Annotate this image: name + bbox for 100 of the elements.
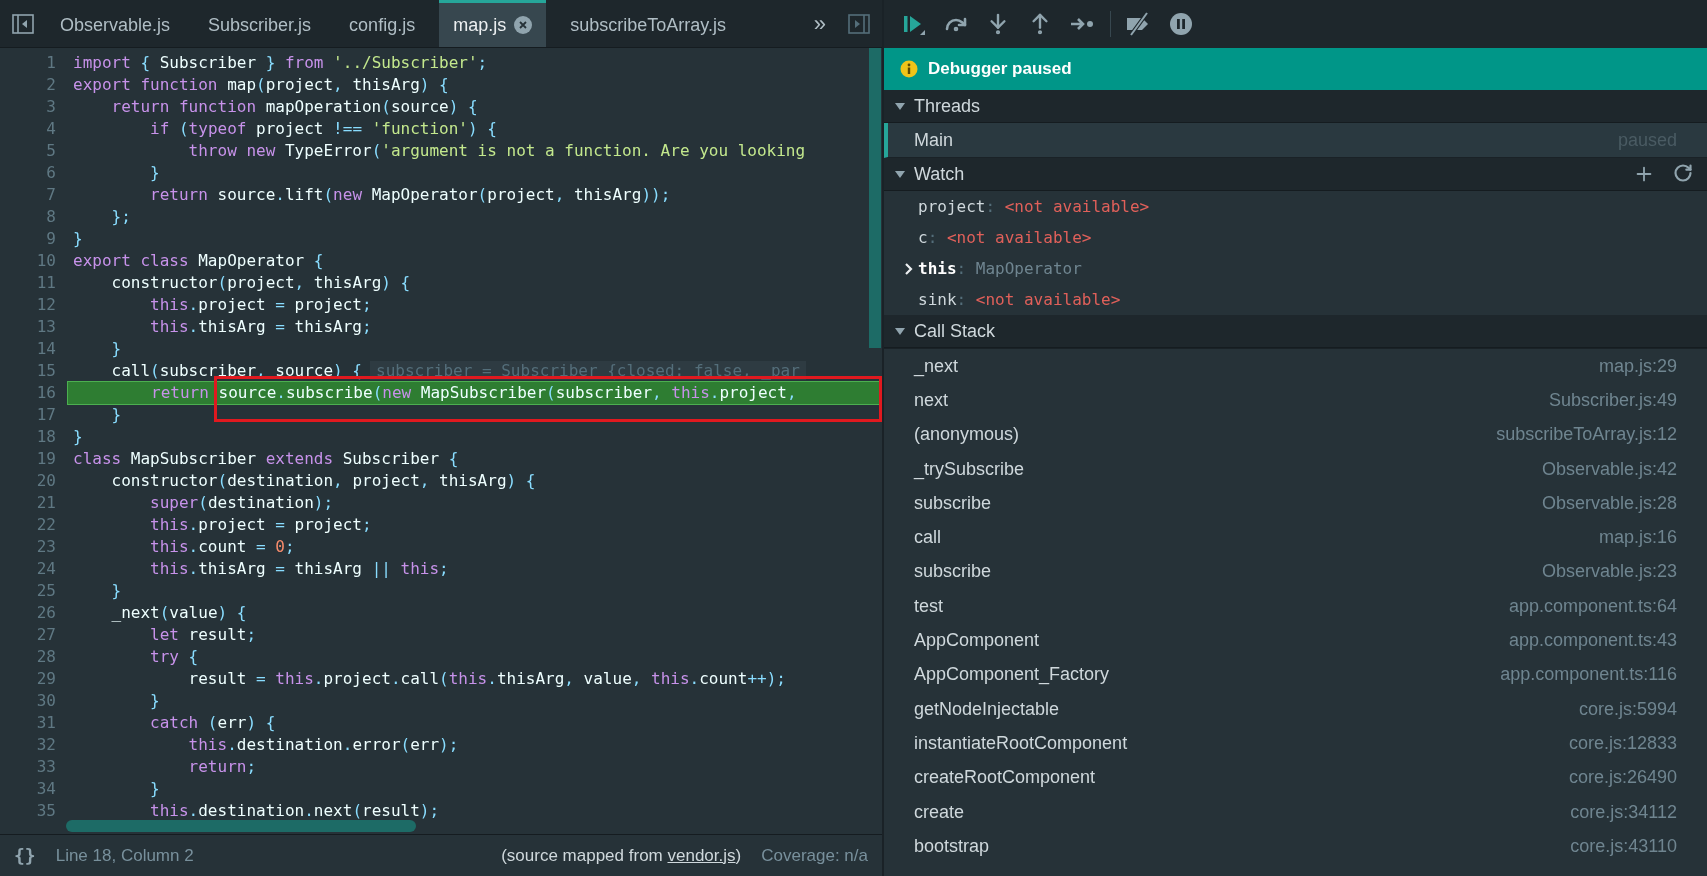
- code-line: this.destination.error(err);: [187, 734, 460, 756]
- function-name: _trySubscribe: [914, 458, 1025, 480]
- code-line: constructor(destination, project, thisArg) {: [110, 470, 537, 492]
- line-number: 7: [45, 184, 56, 206]
- function-name: bootstrap: [914, 835, 990, 857]
- call-stack-frame[interactable]: (anonymous) subscribeToArray.js:12: [884, 417, 1707, 452]
- frame-location: map.js:16: [1598, 527, 1677, 549]
- function-name: test: [914, 595, 943, 617]
- call-stack-frame[interactable]: next Subscriber.js:49: [884, 383, 1707, 418]
- section-header[interactable]: Call Stack: [884, 315, 1707, 348]
- call-stack-frame[interactable]: _trySubscribe Observable.js:42: [884, 451, 1707, 487]
- watch-expression: project: <not available>: [918, 197, 1150, 216]
- code-line: this.count = 0;: [149, 536, 296, 558]
- line-number: 3: [45, 96, 56, 118]
- call-stack-frame[interactable]: _next map.js:29: [884, 349, 1707, 384]
- sidebar-icon: [12, 13, 34, 34]
- line-number: 12: [35, 294, 56, 316]
- function-name: (anonymous): [914, 424, 1020, 446]
- line-number: 31: [35, 712, 56, 734]
- line-number: 20: [35, 470, 56, 492]
- scrollbar[interactable]: [66, 820, 416, 832]
- line-number: 29: [35, 668, 56, 690]
- caret-icon[interactable]: [894, 100, 906, 112]
- function-name: AppComponent: [914, 630, 1040, 651]
- line-number: 26: [35, 602, 56, 624]
- chevron-icon[interactable]: [904, 262, 914, 275]
- code-line: _next(value) {: [110, 602, 248, 624]
- line-number: 25: [35, 580, 56, 602]
- call-stack-frame[interactable]: create core.js:34112: [884, 794, 1707, 830]
- caret-icon[interactable]: [894, 168, 906, 180]
- source-link[interactable]: vendor.js: [667, 845, 736, 865]
- scrollbar[interactable]: [869, 48, 881, 348]
- line-number: 6: [45, 162, 56, 184]
- frame-location: core.js:43110: [1570, 835, 1677, 857]
- code-line: throw new TypeError('argument is not a function. Are you looking: [187, 140, 807, 162]
- frame-location: core.js:26490: [1568, 767, 1677, 789]
- call-stack-frame[interactable]: bootstrap core.js:43110: [884, 829, 1707, 864]
- code-line: this.thisArg = thisArg;: [149, 316, 373, 338]
- code-line: }: [110, 404, 123, 426]
- line-number: 32: [35, 734, 56, 756]
- pause-icon: [1169, 12, 1193, 36]
- code-line: import { Subscriber } from '../Subscriber';: [72, 52, 489, 74]
- call-stack-frame[interactable]: subscribe Observable.js:28: [884, 486, 1707, 521]
- function-name: subscribe: [914, 561, 992, 583]
- code-line: }: [72, 228, 84, 250]
- code-line: this.destination.next(result);: [149, 800, 441, 822]
- pretty-print-button[interactable]: {}: [14, 845, 36, 866]
- file-tab[interactable]: Observable.js: [46, 0, 185, 47]
- frame-location: Observable.js:23: [1541, 561, 1677, 583]
- source-map-text: (source mapped from vendor.js): [501, 845, 742, 866]
- file-tab[interactable]: Subscriber.js: [194, 0, 326, 47]
- step-out-icon: [1029, 13, 1051, 35]
- frame-location: map.js:29: [1598, 355, 1677, 377]
- call-stack-frame[interactable]: AppComponent app.component.ts:43: [884, 623, 1707, 658]
- code-line: }: [149, 162, 161, 184]
- watch-expression: c: <not available>: [918, 228, 1092, 247]
- banner-text: Debugger paused: [928, 59, 1072, 79]
- call-stack-frame[interactable]: call map.js:16: [884, 520, 1707, 555]
- line-number: 5: [45, 140, 56, 162]
- file-tab[interactable]: config.js: [335, 0, 430, 47]
- close-icon[interactable]: [514, 16, 533, 34]
- call-stack-frame[interactable]: subscribe Observable.js:23: [884, 554, 1707, 590]
- line-number: 28: [35, 646, 56, 668]
- frame-location: Observable.js:28: [1541, 492, 1677, 514]
- file-tab[interactable]: map.js: [439, 0, 547, 47]
- caret-icon[interactable]: [894, 325, 906, 337]
- frame-location: core.js:34112: [1570, 801, 1677, 823]
- thread-name: Main: [914, 129, 953, 151]
- line-number: 30: [35, 690, 56, 712]
- line-number: 23: [35, 536, 56, 558]
- code-line: export function map(project, thisArg) {: [72, 74, 450, 96]
- call-stack-frame[interactable]: test app.component.ts:64: [884, 589, 1707, 624]
- code-line: return function mapOperation(source) {: [110, 96, 479, 118]
- line-number: 19: [35, 448, 56, 470]
- section-header[interactable]: Threads: [884, 90, 1707, 123]
- code-line: let result;: [149, 624, 258, 646]
- frame-location: app.component.ts:43: [1508, 630, 1677, 651]
- line-number: 10: [35, 250, 56, 272]
- frame-location: app.component.ts:64: [1508, 595, 1677, 617]
- frame-location: Observable.js:42: [1541, 458, 1677, 480]
- section-title: Watch: [914, 163, 965, 185]
- section-header[interactable]: Watch: [884, 158, 1707, 191]
- call-stack-frame[interactable]: createRootComponent core.js:26490: [884, 760, 1707, 795]
- call-stack-frame[interactable]: AppComponent_Factory app.component.ts:116: [884, 657, 1707, 692]
- line-number: 1: [45, 52, 56, 74]
- file-tab[interactable]: subscribeToArray.js: [556, 0, 740, 47]
- line-number: 27: [35, 624, 56, 646]
- watch-expression: this: MapOperator: [918, 259, 1082, 278]
- function-name: AppComponent_Factory: [914, 664, 1110, 686]
- function-name: getNodeInjectable: [914, 698, 1060, 720]
- call-stack-frame[interactable]: instantiateRootComponent core.js:12833: [884, 726, 1707, 761]
- line-number: 22: [35, 514, 56, 536]
- info-icon: [900, 60, 918, 78]
- line-number: 13: [35, 316, 56, 338]
- more-tabs-button[interactable]: »: [803, 0, 836, 47]
- call-stack-frame[interactable]: getNodeInjectable core.js:5994: [884, 691, 1707, 727]
- line-number: 35: [35, 800, 56, 822]
- refresh-icon[interactable]: [1673, 163, 1693, 183]
- line-number: 17: [35, 404, 56, 426]
- line-number: 11: [35, 272, 56, 294]
